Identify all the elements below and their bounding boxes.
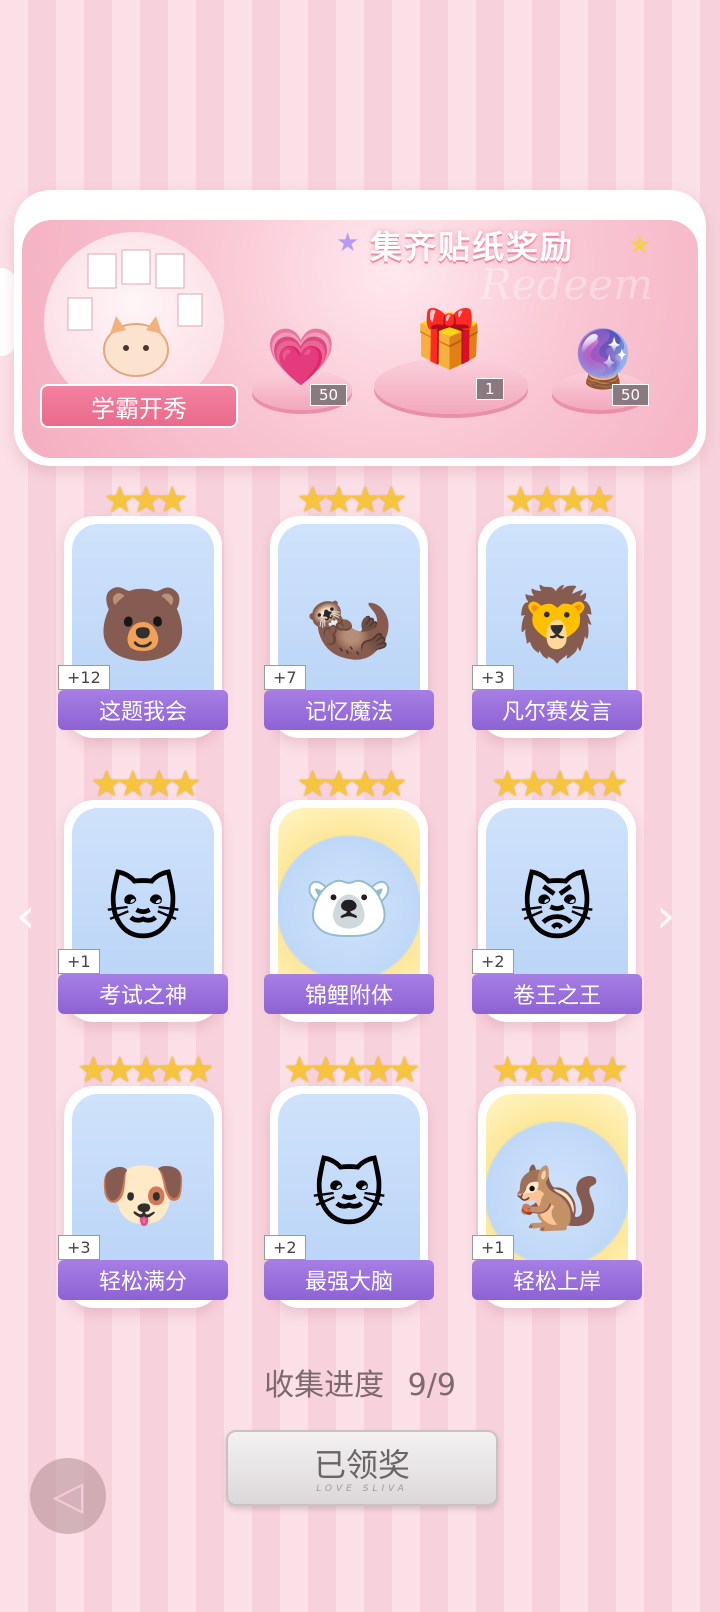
progress-value: 9/9 xyxy=(407,1368,456,1403)
sticker-card[interactable]: ★★★★ 🦁 +3 凡尔赛发言 xyxy=(472,480,642,738)
star-rating: ★★★★★ xyxy=(77,1050,214,1091)
star-rating: ★★★★ xyxy=(296,764,407,805)
star-rating: ★★★★★ xyxy=(491,1050,628,1091)
star-rating: ★★★★★ xyxy=(283,1050,420,1091)
back-button[interactable]: ◁ xyxy=(30,1458,106,1534)
feature-label: 学霸开秀 xyxy=(40,384,238,428)
sticker-name: 锦鲤附体 xyxy=(264,974,434,1014)
squirrel-graduate-icon: 🐿️ xyxy=(512,1151,602,1236)
angel-cat-icon: 🐱 xyxy=(105,866,181,950)
sticker-count-badge: +2 xyxy=(264,1235,306,1260)
star-rating: ★★★★ xyxy=(504,480,615,521)
sticker-count-badge: +2 xyxy=(472,949,514,974)
sticker-name: 记忆魔法 xyxy=(264,690,434,730)
sticker-name: 轻松上岸 xyxy=(472,1260,642,1300)
prev-arrow-icon[interactable]: ‹ xyxy=(16,888,35,944)
reward-count: 1 xyxy=(476,378,504,400)
sticker-name: 轻松满分 xyxy=(58,1260,228,1300)
sticker-count-badge: +3 xyxy=(472,665,514,690)
reward-count: 50 xyxy=(310,384,348,406)
star-rating: ★★★★★ xyxy=(491,764,628,805)
bear-koi-icon: 🐻‍❄️ xyxy=(304,865,394,950)
sticker-card[interactable]: ★★★★★ 😾 +2 卷王之王 xyxy=(472,764,642,1022)
progress-label: 收集进度 xyxy=(264,1368,385,1403)
sticker-name: 这题我会 xyxy=(58,690,228,730)
sticker-card[interactable]: ★★★ 🐻 +12 这题我会 xyxy=(58,480,228,738)
sticker-card[interactable]: ★★★★ 🦦 +7 记忆魔法 xyxy=(264,480,434,738)
sticker-count-badge: +1 xyxy=(58,949,100,974)
sticker-count-badge: +7 xyxy=(264,665,306,690)
star-rating: ★★★ xyxy=(103,480,189,521)
sticker-card[interactable]: ★★★★ 🐱 +1 考试之神 xyxy=(58,764,228,1022)
star-icon: ★ xyxy=(628,230,652,260)
star-rating: ★★★★ xyxy=(90,764,201,805)
banner-title: 集齐贴纸奖励 xyxy=(370,228,575,266)
sticker-count-badge: +3 xyxy=(58,1235,100,1260)
lion-microphone-icon: 🦁 xyxy=(512,581,602,666)
cat-headband-icon: 😾 xyxy=(519,866,595,950)
bear-at-desk-icon: 🐻 xyxy=(98,581,188,666)
sticker-name: 最强大脑 xyxy=(264,1260,434,1300)
sticker-name: 凡尔赛发言 xyxy=(472,690,642,730)
star-icon: ★ xyxy=(336,228,360,258)
sticker-name: 卷王之王 xyxy=(472,974,642,1014)
puppy-full-marks-icon: 🐶 xyxy=(98,1151,188,1236)
reward-count: 50 xyxy=(612,384,650,406)
sticker-count-badge: +12 xyxy=(58,665,110,690)
claimed-button-sub: LOVE SLIVA xyxy=(316,1484,408,1494)
claimed-button-label: 已领奖 xyxy=(313,1446,410,1484)
collection-progress: 收集进度 9/9 xyxy=(0,1360,720,1404)
sticker-card[interactable]: ★★★★★ 🐱 +2 最强大脑 xyxy=(264,1050,434,1308)
otter-wizard-icon: 🦦 xyxy=(304,581,394,666)
gift-box-icon: 🎁 xyxy=(414,307,484,372)
star-rating: ★★★★ xyxy=(296,480,407,521)
pink-heart-gem-icon: 💗 xyxy=(266,325,336,390)
back-arrow-icon: ◁ xyxy=(52,1473,84,1519)
sticker-name: 考试之神 xyxy=(58,974,228,1014)
sticker-count-badge: +1 xyxy=(472,1235,514,1260)
cat-with-papers-icon: 🐱 xyxy=(311,1152,387,1236)
sticker-card[interactable]: ★★★★★ 🐿️ +1 轻松上岸 xyxy=(472,1050,642,1308)
next-arrow-icon[interactable]: › xyxy=(656,888,675,944)
sticker-card[interactable]: ★★★★ 🐻‍❄️ 锦鲤附体 xyxy=(264,764,434,1022)
claimed-button[interactable]: 已领奖 LOVE SLIVA xyxy=(226,1430,498,1506)
sticker-card[interactable]: ★★★★★ 🐶 +3 轻松满分 xyxy=(58,1050,228,1308)
lightning-orb-icon: 🔮 xyxy=(568,327,638,392)
